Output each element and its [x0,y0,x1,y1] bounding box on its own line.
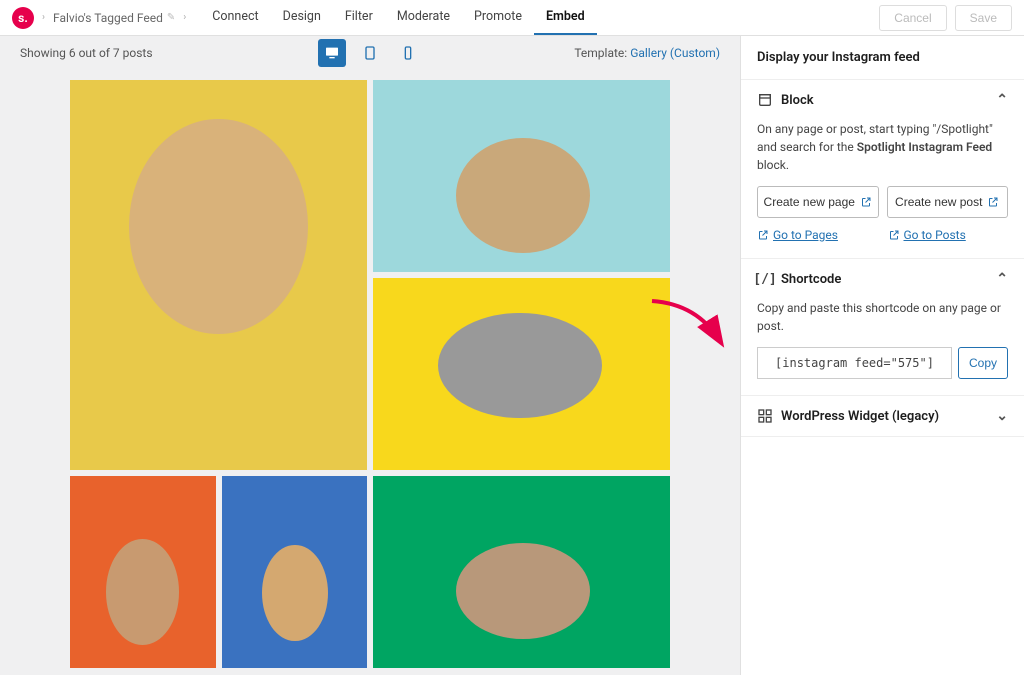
post-count-status: Showing 6 out of 7 posts [20,46,153,60]
tab-connect[interactable]: Connect [200,0,270,35]
gallery-grid [0,70,740,668]
go-to-posts-link[interactable]: Go to Posts [888,228,1009,242]
phone-icon [400,45,416,61]
tab-design[interactable]: Design [271,0,333,35]
shortcode-section-header[interactable]: [/] Shortcode ⌃ [741,259,1024,299]
shortcode-icon: [/] [757,271,773,287]
copy-button[interactable]: Copy [958,347,1008,379]
block-description: On any page or post, start typing "/Spot… [757,120,1008,174]
block-section-header[interactable]: Block ⌃ [741,80,1024,120]
gallery-tile[interactable] [373,278,670,470]
template-label: Template: [574,46,627,60]
sidebar-heading: Display your Instagram feed [741,36,1024,80]
tablet-view-button[interactable] [356,39,384,67]
chevron-up-icon: ⌃ [996,271,1008,287]
tab-promote[interactable]: Promote [462,0,534,35]
phone-view-button[interactable] [394,39,422,67]
create-page-button[interactable]: Create new page [757,186,879,218]
tab-moderate[interactable]: Moderate [385,0,462,35]
external-link-icon [860,196,872,208]
gallery-tile[interactable] [70,80,367,470]
cancel-button[interactable]: Cancel [879,5,946,31]
logo[interactable]: s. [12,7,34,29]
tablet-icon [362,45,378,61]
template-value-link[interactable]: Gallery (Custom) [630,46,720,60]
tab-filter[interactable]: Filter [333,0,385,35]
desktop-icon [324,45,340,61]
create-post-button[interactable]: Create new post [887,186,1009,218]
chevron-right-icon: › [38,12,49,23]
external-link-icon [888,229,900,241]
block-icon [757,92,773,108]
chevron-up-icon: ⌃ [996,92,1008,108]
desktop-view-button[interactable] [318,39,346,67]
chevron-down-icon: ⌄ [996,408,1008,424]
shortcode-description: Copy and paste this shortcode on any pag… [757,299,1008,335]
pencil-icon[interactable]: ✎ [167,12,175,23]
chevron-right-icon: › [179,12,190,23]
widget-section-header[interactable]: WordPress Widget (legacy) ⌄ [741,396,1024,436]
go-to-pages-link[interactable]: Go to Pages [757,228,878,242]
gallery-tile[interactable] [70,476,216,668]
external-link-icon [757,229,769,241]
nav-tabs: Connect Design Filter Moderate Promote E… [200,0,596,35]
widget-icon [757,408,773,424]
block-section-title: Block [781,93,814,108]
tab-embed[interactable]: Embed [534,0,597,35]
gallery-tile[interactable] [373,80,670,272]
external-link-icon [987,196,999,208]
gallery-tile[interactable] [373,476,670,668]
shortcode-value[interactable]: [instagram feed="575"] [757,347,952,379]
feed-name-breadcrumb[interactable]: Falvio's Tagged Feed [53,11,163,25]
save-button[interactable]: Save [955,5,1012,31]
gallery-tile[interactable] [222,476,368,668]
shortcode-section-title: Shortcode [781,272,841,287]
widget-section-title: WordPress Widget (legacy) [781,409,939,424]
